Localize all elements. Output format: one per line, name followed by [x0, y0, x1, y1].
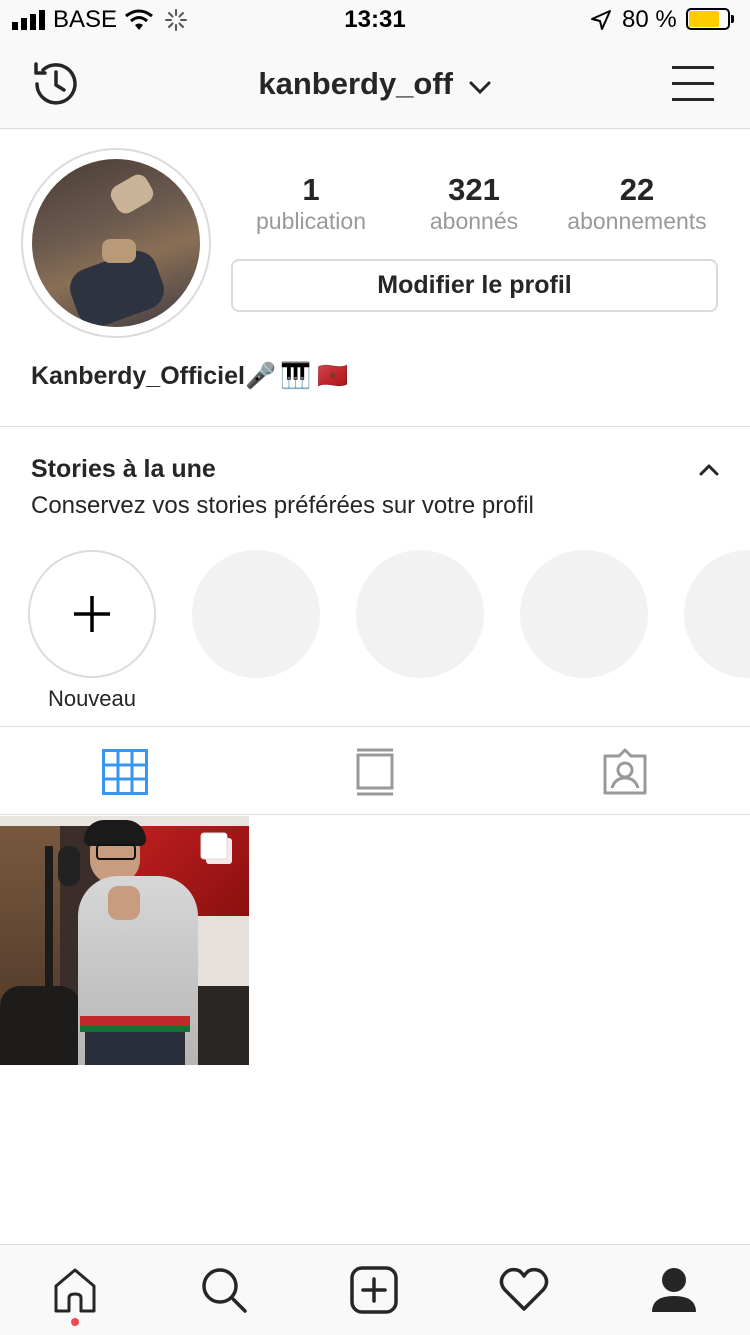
piano-icon: 🎹	[280, 362, 312, 390]
microphone-icon: 🎤	[244, 362, 277, 390]
feed-icon	[356, 748, 394, 796]
tab-tagged[interactable]	[500, 732, 750, 812]
grid-icon	[102, 749, 148, 795]
notification-dot	[71, 1318, 79, 1326]
home-icon	[54, 1268, 96, 1313]
highlight-placeholder	[684, 550, 750, 678]
tab-profile[interactable]	[644, 1262, 704, 1318]
status-bar: BASE 13:31 80 %	[0, 0, 750, 40]
stat-posts-count: 1	[302, 172, 320, 207]
divider	[0, 726, 750, 727]
highlight-placeholder	[192, 550, 320, 678]
location-arrow-icon	[590, 9, 612, 36]
tab-feed[interactable]	[250, 732, 500, 812]
highlights-title: Stories à la une	[31, 455, 216, 483]
new-highlight-label: Nouveau	[47, 686, 137, 711]
plus-icon	[74, 596, 110, 632]
highlight-placeholder	[356, 550, 484, 678]
stat-following[interactable]: 22 abonnements	[552, 172, 722, 235]
stat-following-count: 22	[619, 172, 655, 207]
divider	[0, 814, 750, 815]
battery-percent: 80 %	[622, 6, 677, 33]
highlights-subtitle: Conservez vos stories préférées sur votr…	[31, 492, 534, 519]
stat-posts[interactable]: 1 publication	[226, 172, 396, 235]
new-highlight-button[interactable]	[28, 550, 156, 678]
tab-activity[interactable]	[494, 1262, 554, 1318]
tab-grid[interactable]	[0, 732, 250, 812]
add-icon	[350, 1266, 398, 1314]
search-icon	[202, 1268, 247, 1313]
profile-bio: Kanberdy_Officiel🎤 🎹 🇲🇦	[31, 362, 348, 391]
stat-following-label: abonnements	[567, 208, 707, 234]
multiple-photos-icon	[200, 832, 234, 866]
tab-home[interactable]	[45, 1262, 105, 1318]
avatar-image	[32, 159, 200, 327]
stat-followers[interactable]: 321 abonnés	[389, 172, 559, 235]
stat-posts-label: publication	[256, 208, 366, 234]
chevron-down-icon	[468, 68, 492, 104]
display-name: Kanberdy_Officiel	[31, 362, 245, 390]
stat-followers-label: abonnés	[429, 208, 519, 234]
menu-icon[interactable]	[672, 64, 716, 104]
username-title: kanberdy_off	[258, 66, 454, 101]
collapse-chevron-up-icon[interactable]	[696, 460, 722, 480]
stat-followers-count: 321	[448, 172, 500, 207]
flag-morocco-icon: 🇲🇦	[317, 362, 349, 390]
tagged-icon	[603, 748, 647, 795]
highlight-placeholder	[520, 550, 648, 678]
edit-profile-button[interactable]: Modifier le profil	[231, 259, 718, 312]
divider	[0, 426, 750, 427]
battery-icon	[686, 8, 736, 32]
heart-icon	[499, 1267, 549, 1311]
profile-avatar[interactable]	[21, 148, 211, 338]
nav-bar: kanberdy_off	[0, 40, 750, 129]
tab-add-post[interactable]	[344, 1262, 404, 1318]
tab-search[interactable]	[194, 1262, 254, 1318]
profile-username-header[interactable]: kanberdy_off	[0, 66, 750, 104]
post-thumbnail[interactable]	[0, 816, 249, 1065]
profile-icon	[652, 1268, 696, 1312]
